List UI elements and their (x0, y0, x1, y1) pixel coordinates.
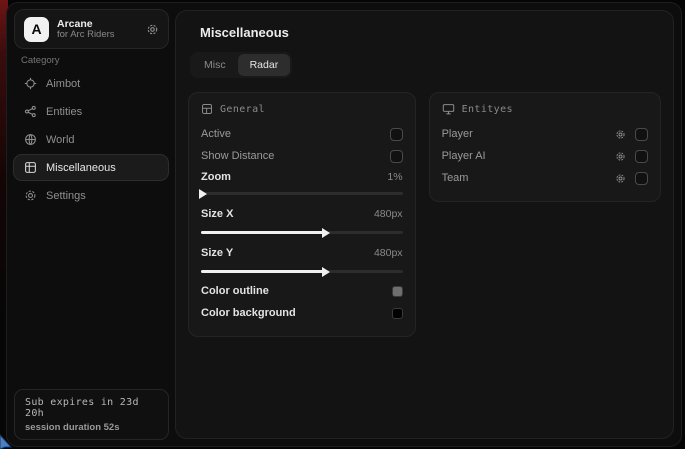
cards-row: General Active Show Distance Zoom 1% (188, 92, 661, 337)
general-card: General Active Show Distance Zoom 1% (188, 92, 416, 337)
setting-label: Size X (201, 208, 233, 220)
gear-icon[interactable] (615, 129, 626, 140)
show-distance-checkbox[interactable] (390, 150, 403, 163)
brand-text: Arcane for Arc Riders (57, 18, 138, 41)
slider-value: 480px (374, 247, 403, 259)
main-panel: Miscellaneous Misc Radar General Active (175, 10, 674, 439)
sidebar-item-miscellaneous[interactable]: Miscellaneous (13, 154, 169, 181)
setting-row-size-y: Size Y 480px (201, 241, 403, 276)
entity-row-player: Player (442, 123, 648, 145)
setting-label: Size Y (201, 247, 233, 259)
player-checkbox[interactable] (635, 128, 648, 141)
sidebar-item-label: World (46, 134, 75, 146)
setting-row-color-outline: Color outline (201, 280, 403, 302)
gear-icon[interactable] (615, 151, 626, 162)
tab-bar: Misc Radar (190, 52, 292, 78)
setting-label: Show Distance (201, 150, 274, 162)
setting-label: Active (201, 128, 231, 140)
entities-card-header: Entityes (442, 103, 648, 115)
sidebar-item-label: Settings (46, 190, 86, 202)
gear-icon[interactable] (615, 173, 626, 184)
zoom-slider[interactable] (201, 188, 403, 198)
gear-icon[interactable] (146, 23, 159, 36)
globe-icon (23, 133, 37, 146)
entities-card-title: Entityes (462, 104, 513, 115)
color-background-swatch[interactable] (392, 308, 403, 319)
sub-expiry-text: Sub expires in 23d 20h (25, 397, 158, 419)
setting-label: Zoom (201, 171, 231, 183)
sidebar: A Arcane for Arc Riders Category Aimbot (7, 3, 175, 446)
sidebar-item-aimbot[interactable]: Aimbot (13, 70, 169, 97)
general-card-header: General (201, 103, 403, 115)
network-icon (23, 105, 37, 118)
sidebar-item-settings[interactable]: Settings (13, 182, 169, 209)
sidebar-item-world[interactable]: World (13, 126, 169, 153)
slider-value: 480px (374, 208, 403, 220)
app-window: A Arcane for Arc Riders Category Aimbot (6, 2, 682, 447)
subscription-card: Sub expires in 23d 20h session duration … (14, 389, 169, 440)
entity-label: Team (442, 172, 469, 184)
brand-title: Arcane (57, 18, 138, 30)
active-checkbox[interactable] (390, 128, 403, 141)
sidebar-item-label: Miscellaneous (46, 162, 116, 174)
cursor-pointer (0, 433, 14, 449)
slider-thumb[interactable] (322, 228, 330, 238)
brand-logo: A (24, 17, 49, 42)
player-ai-checkbox[interactable] (635, 150, 648, 163)
general-card-title: General (220, 104, 265, 115)
setting-label: Color background (201, 307, 296, 319)
slider-thumb[interactable] (322, 267, 330, 277)
monitor-icon (442, 103, 455, 115)
setting-row-color-background: Color background (201, 302, 403, 324)
setting-label: Color outline (201, 285, 269, 297)
category-label: Category (21, 55, 175, 66)
gear-icon (23, 189, 37, 202)
page-title: Miscellaneous (200, 25, 661, 40)
sidebar-nav: Aimbot Entities World (7, 70, 175, 209)
setting-row-show-distance: Show Distance (201, 145, 403, 167)
tab-misc[interactable]: Misc (192, 54, 238, 76)
size-y-slider[interactable] (201, 266, 403, 276)
slider-thumb[interactable] (199, 189, 207, 199)
grid-icon (23, 161, 37, 174)
entity-label: Player AI (442, 150, 486, 162)
size-x-slider[interactable] (201, 227, 403, 237)
entity-label: Player (442, 128, 473, 140)
sidebar-item-entities[interactable]: Entities (13, 98, 169, 125)
brand-subtitle: for Arc Riders (57, 30, 138, 41)
tab-radar[interactable]: Radar (238, 54, 291, 76)
entity-row-player-ai: Player AI (442, 145, 648, 167)
setting-row-active: Active (201, 123, 403, 145)
sliders-icon (201, 103, 213, 115)
setting-row-zoom: Zoom 1% (201, 167, 403, 198)
session-duration-text: session duration 52s (25, 422, 158, 433)
entities-card: Entityes Player Player AI (429, 92, 661, 202)
color-outline-swatch[interactable] (392, 286, 403, 297)
team-checkbox[interactable] (635, 172, 648, 185)
sidebar-item-label: Aimbot (46, 78, 80, 90)
crosshair-icon (23, 77, 37, 90)
brand-card: A Arcane for Arc Riders (14, 9, 169, 49)
sidebar-item-label: Entities (46, 106, 82, 118)
slider-value: 1% (387, 171, 402, 183)
setting-row-size-x: Size X 480px (201, 202, 403, 237)
entity-row-team: Team (442, 167, 648, 189)
